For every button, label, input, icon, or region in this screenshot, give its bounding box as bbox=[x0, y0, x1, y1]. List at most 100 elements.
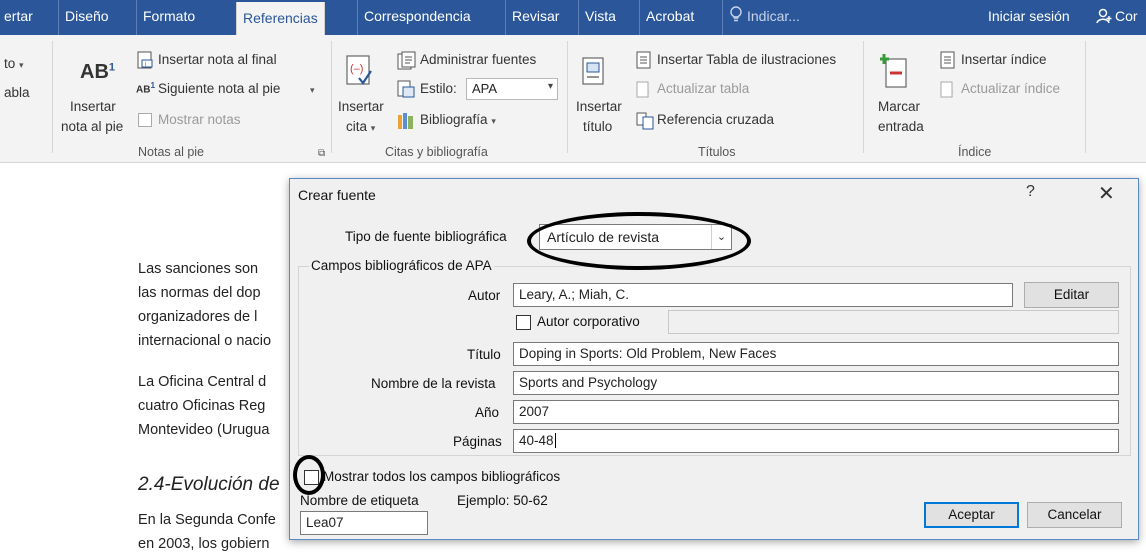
dialog-launcher-icon[interactable]: ⧉ bbox=[318, 148, 325, 159]
close-button[interactable]: ✕ bbox=[1098, 181, 1115, 206]
cross-reference-icon bbox=[636, 112, 654, 130]
marcar-entrada-label-1: Marcar bbox=[878, 99, 921, 114]
insertar-titulo-label-2: título bbox=[583, 119, 613, 134]
titulo-field[interactable]: Doping in Sports: Old Problem, New Faces bbox=[513, 342, 1119, 366]
tell-me-search[interactable]: Indicar... bbox=[722, 0, 852, 35]
citas-group-label: Citas y bibliografía bbox=[385, 145, 488, 159]
referencia-cruzada-label: Referencia cruzada bbox=[657, 112, 775, 127]
next-footnote-icon: AB1 bbox=[136, 80, 156, 96]
chevron-down-icon: ⌄ bbox=[711, 225, 731, 249]
document-text-line: organizadores de l bbox=[138, 309, 258, 325]
tab-acrobat[interactable]: Acrobat bbox=[639, 0, 700, 35]
actualizar-tabla-label: Actualizar tabla bbox=[657, 81, 750, 96]
lightbulb-icon bbox=[730, 6, 742, 22]
autor-field[interactable]: Leary, A.; Miah, C. bbox=[513, 283, 1013, 307]
tab-diseno[interactable]: Diseño bbox=[58, 0, 115, 35]
tab-referencias[interactable]: Referencias bbox=[236, 2, 325, 35]
document-heading: 2.4-Evolución de bbox=[138, 474, 280, 495]
share-button[interactable]: Cor bbox=[1090, 0, 1144, 35]
group-separator bbox=[863, 41, 864, 153]
group-separator bbox=[1085, 41, 1086, 153]
insertar-indice-label: Insertar índice bbox=[961, 52, 1047, 67]
anio-label: Año bbox=[475, 405, 500, 420]
cancelar-button[interactable]: Cancelar bbox=[1027, 502, 1122, 528]
manage-sources-icon bbox=[397, 51, 416, 70]
paginas-label: Páginas bbox=[453, 434, 502, 449]
share-label: Cor bbox=[1115, 8, 1138, 24]
insert-citation-icon: (–) bbox=[346, 55, 372, 85]
help-button[interactable]: ? bbox=[1026, 183, 1035, 201]
nombre-etiqueta-label: Nombre de etiqueta bbox=[300, 493, 419, 508]
text-cursor bbox=[554, 433, 556, 448]
partial-left-item-2[interactable]: abla bbox=[4, 85, 30, 100]
tipo-fuente-value: Artículo de revista bbox=[547, 229, 660, 245]
document-text-line: Las sanciones son bbox=[138, 261, 259, 277]
mostrar-notas-label: Mostrar notas bbox=[158, 112, 241, 127]
insertar-cita-label-1: Insertar bbox=[338, 99, 384, 114]
titulos-group-label: Títulos bbox=[698, 145, 736, 159]
autor-corporativo-field bbox=[668, 310, 1119, 334]
ribbon-tab-bar: ertar Diseño Formato Referencias Corresp… bbox=[0, 0, 1146, 35]
sign-in-link[interactable]: Iniciar sesión bbox=[982, 0, 1076, 35]
person-icon bbox=[1096, 8, 1112, 24]
partial-left-item-1[interactable]: to ▾ bbox=[4, 56, 24, 71]
insertar-tabla-ilustraciones-label: Insertar Tabla de ilustraciones bbox=[657, 52, 837, 67]
tab-formato[interactable]: Formato bbox=[136, 0, 201, 35]
ribbon-panel: to ▾ abla AB1 Insertar nota al pie i Ins… bbox=[0, 35, 1146, 163]
siguiente-nota-label: Siguiente nota al pie bbox=[158, 81, 281, 96]
update-index-icon: ! bbox=[940, 81, 954, 99]
tab-revisar[interactable]: Revisar bbox=[505, 0, 565, 35]
chevron-down-icon: ▾ bbox=[547, 81, 553, 92]
table-of-figures-icon bbox=[636, 51, 651, 69]
svg-text:!: ! bbox=[647, 89, 650, 99]
autor-corporativo-label: Autor corporativo bbox=[537, 314, 640, 329]
tab-insertar[interactable]: ertar bbox=[0, 0, 39, 35]
tipo-fuente-label: Tipo de fuente bibliográfica bbox=[345, 229, 507, 244]
tab-correspondencia[interactable]: Correspondencia bbox=[357, 0, 477, 35]
insertar-nota-label-2: nota al pie bbox=[61, 119, 124, 134]
notas-group-label: Notas al pie bbox=[138, 145, 205, 159]
estilo-select[interactable]: APA ▾ bbox=[466, 78, 558, 100]
svg-text:i: i bbox=[145, 62, 146, 68]
paginas-field[interactable]: 40-48 bbox=[513, 429, 1119, 453]
indice-group-label: Índice bbox=[958, 145, 992, 159]
svg-text:!: ! bbox=[951, 89, 954, 99]
document-text-line: en 2003, los gobiern bbox=[138, 536, 270, 552]
mostrar-todos-checkbox[interactable] bbox=[304, 470, 319, 485]
nombre-revista-field[interactable]: Sports and Psychology bbox=[513, 371, 1119, 395]
bibliografia-label: Bibliografía ▾ bbox=[420, 112, 496, 127]
insertar-nota-final-label: Insertar nota al final bbox=[158, 52, 277, 67]
titulo-label: Título bbox=[467, 347, 501, 362]
endnote-icon: i bbox=[137, 51, 153, 69]
document-text-line: las normas del dop bbox=[138, 285, 261, 301]
dialog-title: Crear fuente bbox=[298, 187, 376, 203]
autor-label: Autor bbox=[468, 288, 501, 303]
tipo-fuente-select[interactable]: Artículo de revista ⌄ bbox=[539, 224, 732, 250]
group-separator bbox=[331, 41, 332, 153]
insertar-nota-label-1: Insertar bbox=[70, 99, 116, 114]
aceptar-button[interactable]: Aceptar bbox=[924, 502, 1019, 528]
ejemplo-label: Ejemplo: 50-62 bbox=[457, 493, 548, 508]
document-text-line: internacional o nacio bbox=[138, 333, 272, 349]
document-text-line: La Oficina Central d bbox=[138, 374, 267, 390]
tell-me-label: Indicar... bbox=[747, 8, 800, 24]
insertar-titulo-label-1: Insertar bbox=[576, 99, 622, 114]
editar-button[interactable]: Editar bbox=[1024, 282, 1119, 308]
autor-corporativo-checkbox[interactable] bbox=[516, 315, 531, 330]
nombre-revista-label: Nombre de la revista bbox=[371, 376, 496, 391]
actualizar-indice-label: Actualizar índice bbox=[961, 81, 1061, 96]
group-separator bbox=[567, 41, 568, 153]
crear-fuente-dialog: Crear fuente ? ✕ Tipo de fuente bibliogr… bbox=[289, 178, 1139, 540]
partial-left-label-1: to bbox=[4, 56, 16, 71]
mark-entry-icon bbox=[880, 54, 907, 88]
insert-caption-icon bbox=[582, 57, 604, 85]
estilo-value: APA bbox=[472, 81, 498, 96]
svg-text:(–): (–) bbox=[350, 63, 363, 75]
nombre-etiqueta-field[interactable]: Lea07 bbox=[300, 511, 428, 535]
paginas-value: 40-48 bbox=[519, 433, 554, 448]
footnote-ab-icon: AB1 bbox=[80, 61, 116, 83]
siguiente-nota-dropdown-icon[interactable]: ▾ bbox=[310, 85, 315, 96]
anio-field[interactable]: 2007 bbox=[513, 400, 1119, 424]
administrar-fuentes-label: Administrar fuentes bbox=[420, 52, 537, 67]
tab-vista[interactable]: Vista bbox=[578, 0, 622, 35]
